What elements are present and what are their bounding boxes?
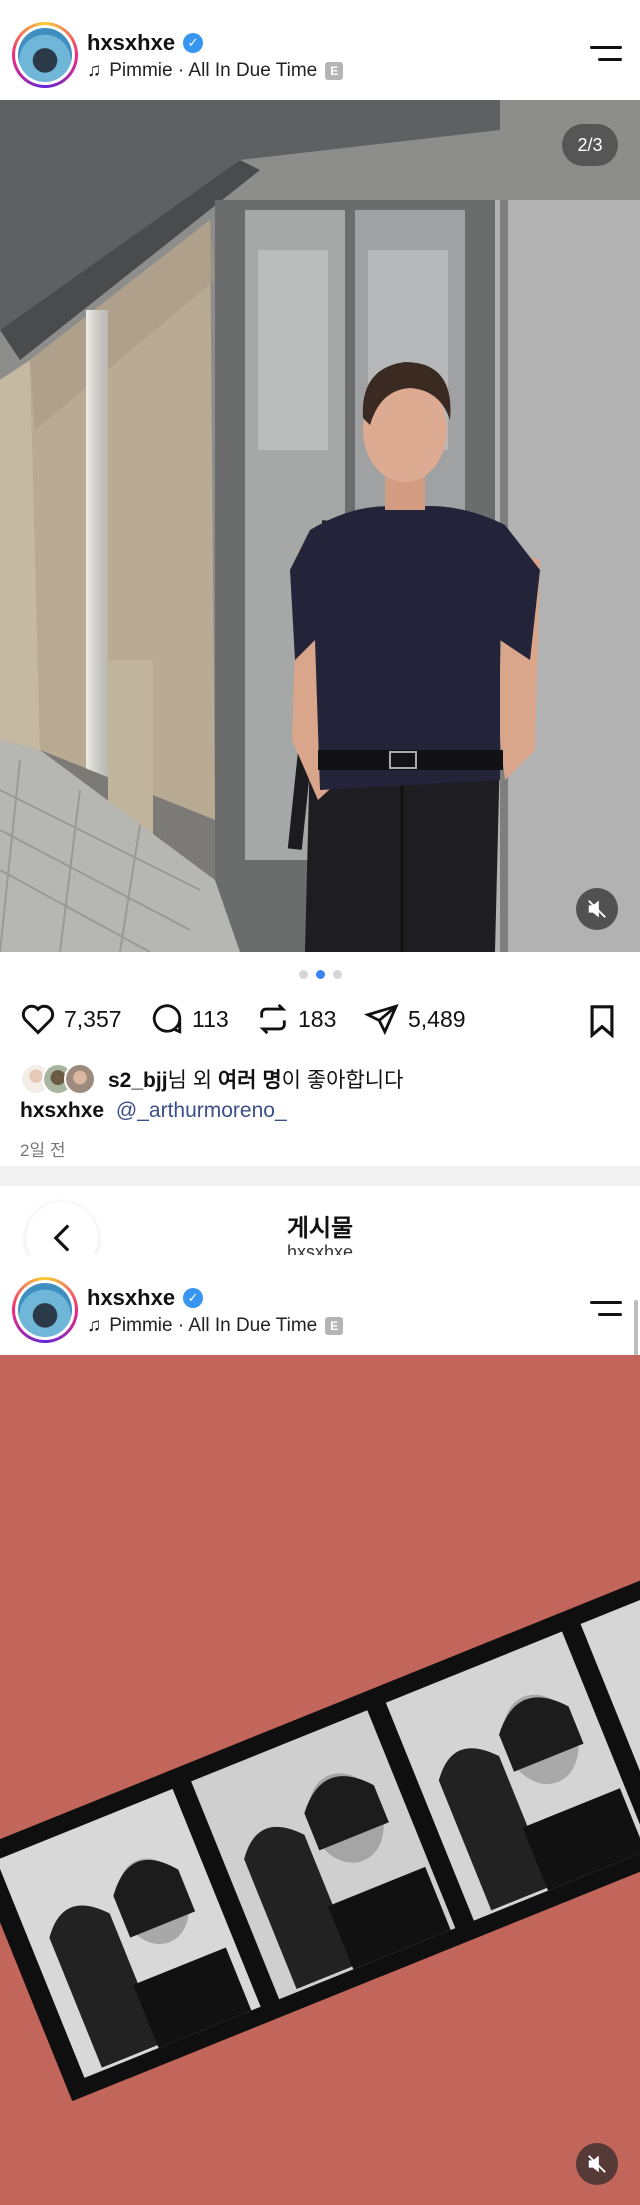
mute-icon[interactable] — [576, 888, 618, 930]
music-note-icon: ♫ — [87, 1315, 102, 1336]
avatar[interactable] — [12, 1277, 78, 1343]
post-header: hxsxhxe ✓ ♫ Pimmie · All In Due Time E — [0, 0, 640, 100]
liked-by[interactable]: s2_bjj님 외 여러 명이 좋아합니다 — [20, 1063, 403, 1095]
comment-button[interactable]: 113 — [150, 1002, 229, 1036]
caption-mention[interactable]: @_arthurmoreno_ — [116, 1099, 287, 1122]
post-username[interactable]: hxsxhxe — [87, 1285, 175, 1311]
media-counter: 2/3 — [562, 124, 618, 166]
liked-by-suffix2: 이 좋아합니다 — [281, 1069, 404, 1092]
post-username[interactable]: hxsxhxe — [87, 30, 175, 56]
caption: hxsxhxe @_arthurmoreno_ — [20, 1099, 287, 1123]
street-photo — [0, 100, 640, 952]
explicit-badge: E — [325, 62, 344, 80]
post-image[interactable]: 2/3 — [0, 100, 640, 952]
music-info[interactable]: ♫ Pimmie · All In Due Time E — [87, 1315, 344, 1337]
menu-icon[interactable] — [590, 1299, 622, 1319]
liked-by-user[interactable]: s2_bjj — [108, 1069, 168, 1092]
music-title: Pimmie · All In Due Time — [109, 60, 318, 81]
verified-icon: ✓ — [183, 33, 204, 53]
liked-by-avatars — [20, 1063, 96, 1095]
post-image[interactable] — [0, 1355, 640, 2205]
post-header: hxsxhxe ✓ ♫ Pimmie · All In Due Time E — [0, 1255, 640, 1355]
liked-by-text: s2_bjj님 외 여러 명이 좋아합니다 — [108, 1064, 403, 1094]
carousel-dots — [0, 970, 640, 979]
comment-icon — [152, 1004, 182, 1034]
carousel-dot — [332, 970, 342, 979]
share-count: 5,489 — [408, 1005, 466, 1032]
liked-by-others[interactable]: 여러 명 — [218, 1069, 282, 1092]
page-title: 게시물 — [286, 1215, 354, 1242]
carousel-dot-active — [315, 970, 325, 979]
caption-username[interactable]: hxsxhxe — [20, 1099, 104, 1122]
divider — [0, 1166, 640, 1186]
share-icon — [364, 1004, 399, 1036]
music-info[interactable]: ♫ Pimmie · All In Due Time E — [87, 60, 344, 82]
comment-count: 113 — [192, 1005, 229, 1032]
posts-header: 게시물 hxsxhxe — [0, 1186, 640, 1274]
verified-icon: ✓ — [183, 1288, 204, 1308]
repost-icon — [259, 1003, 287, 1035]
avatar — [64, 1063, 96, 1095]
action-bar: 7,357 113 183 5,489 — [0, 996, 640, 1048]
repost-button[interactable]: 183 — [256, 1002, 336, 1036]
mute-icon[interactable] — [576, 2143, 618, 2185]
like-button[interactable]: 7,357 — [20, 1002, 122, 1036]
music-title: Pimmie · All In Due Time — [109, 1315, 318, 1336]
photo-strip-image — [0, 1355, 640, 2205]
liked-by-suffix: 님 외 — [167, 1069, 218, 1092]
menu-icon[interactable] — [590, 44, 622, 64]
explicit-badge: E — [325, 1317, 344, 1335]
heart-icon — [21, 1004, 55, 1035]
post-timestamp: 2일 전 — [20, 1141, 66, 1160]
share-button[interactable]: 5,489 — [364, 1002, 466, 1036]
music-note-icon: ♫ — [87, 60, 102, 81]
like-count: 7,357 — [64, 1005, 122, 1032]
avatar[interactable] — [12, 22, 78, 88]
repost-count: 183 — [298, 1005, 337, 1032]
carousel-dot — [298, 970, 308, 979]
bookmark-icon[interactable] — [586, 1004, 618, 1043]
